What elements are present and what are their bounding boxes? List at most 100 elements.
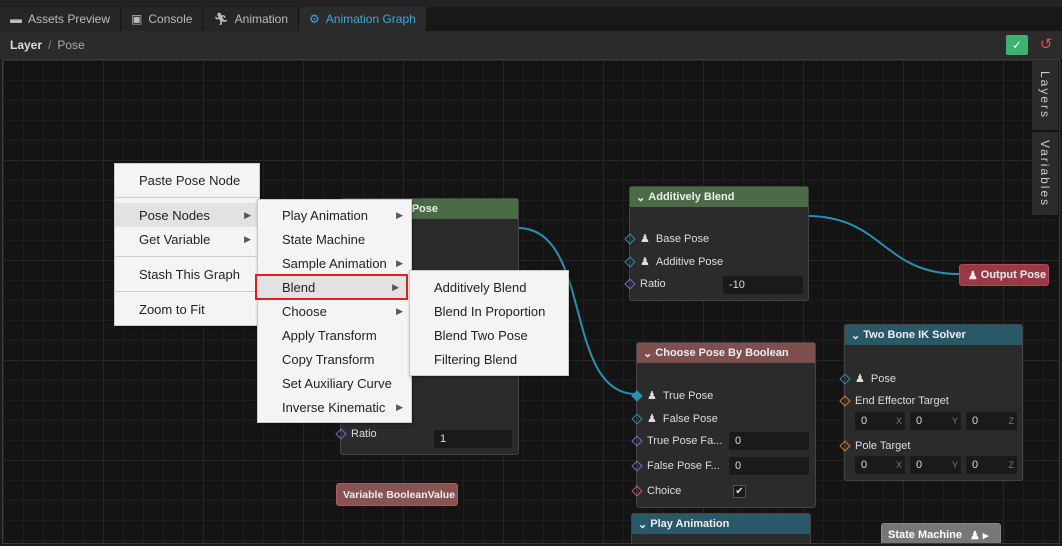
pose-icon: ♟ xyxy=(647,413,657,425)
ee-z-input[interactable]: 0Z xyxy=(966,412,1017,430)
pose-icon: ♟ xyxy=(855,373,865,385)
tab-animation-graph[interactable]: ⚙ Animation Graph xyxy=(299,7,427,31)
node-two-bone-ik-solver[interactable]: ⌄ Two Bone IK Solver ♟ Pose End Effector … xyxy=(839,324,1023,481)
menu-apply-transform[interactable]: Apply Transform xyxy=(258,323,411,347)
ratio-input[interactable]: 1 xyxy=(434,430,512,448)
pin[interactable] xyxy=(839,372,851,385)
chevron-right-icon: ▶ xyxy=(396,401,403,412)
revert-button[interactable]: ↺ xyxy=(1036,35,1056,55)
chevron-right-icon: ▶ xyxy=(244,233,251,244)
folder-icon: ▬ xyxy=(10,12,22,26)
choice-label: Choice xyxy=(647,485,682,497)
tab-assets-preview[interactable]: ▬ Assets Preview xyxy=(0,7,122,31)
menu-set-auxiliary-curve[interactable]: Set Auxiliary Curve xyxy=(258,371,411,395)
choice-checkbox[interactable]: ✔ xyxy=(733,485,746,498)
pin[interactable] xyxy=(631,460,643,472)
menu-choose[interactable]: Choose ▶ xyxy=(258,299,411,323)
node-title: State Machine xyxy=(888,529,962,541)
apply-button[interactable]: ✓ xyxy=(1006,35,1028,55)
undo-icon: ↺ xyxy=(1039,36,1053,53)
ee-x-input[interactable]: 0X xyxy=(855,412,905,430)
pose-label: Pose xyxy=(870,372,896,385)
breadcrumb-pose: Pose xyxy=(57,38,85,52)
tab-animation[interactable]: 🏃︎ Animation xyxy=(203,7,300,31)
breadcrumb-separator: / xyxy=(48,38,52,52)
context-menu: Paste Pose Node Pose Nodes ▶ Get Variable… xyxy=(114,163,260,326)
menu-stash-this-graph[interactable]: Stash This Graph xyxy=(115,262,259,286)
chevron-right-icon: ▶ xyxy=(396,305,403,316)
menu-sample-animation[interactable]: Sample Animation ▶ xyxy=(258,251,411,275)
menu-state-machine[interactable]: State Machine xyxy=(258,227,411,251)
menu-blend-two-pose[interactable]: Blend Two Pose xyxy=(410,323,568,347)
menu-filtering-blend[interactable]: Filtering Blend xyxy=(410,347,568,371)
node-choose-pose-by-boolean[interactable]: ⌄ Choose Pose By Boolean ♟ True Pose ♟ Fal… xyxy=(631,342,816,508)
false-fade-label: False Pose F... xyxy=(647,460,720,472)
base-pose-label: Base Pose xyxy=(655,232,710,245)
true-fade-input[interactable]: 0 xyxy=(729,432,809,450)
false-pose-label: False Pose xyxy=(662,412,718,425)
pin[interactable] xyxy=(624,255,636,268)
ee-y-input[interactable]: 0Y xyxy=(910,412,961,430)
node-state-machine[interactable]: State Machine ♟ ▸ xyxy=(881,523,1001,543)
chevron-right-icon: ▶ xyxy=(396,257,403,268)
menu-play-animation[interactable]: Play Animation ▶ xyxy=(258,203,411,227)
pin[interactable] xyxy=(335,428,347,440)
false-fade-input[interactable]: 0 xyxy=(729,457,809,475)
pose-icon: ♟ xyxy=(640,233,650,245)
pt-y-input[interactable]: 0Y xyxy=(910,456,961,474)
additive-pose-label: Additive Pose xyxy=(655,255,724,268)
chevron-down-icon: ⌄ xyxy=(636,191,649,204)
pin[interactable] xyxy=(839,395,851,407)
pose-icon: ♟ ▸ xyxy=(969,529,989,542)
pin[interactable] xyxy=(624,232,636,245)
node-title: Two Bone IK Solver xyxy=(863,329,966,341)
end-effector-label: End Effector Target xyxy=(855,395,949,407)
graph-icon: ⚙ xyxy=(309,12,320,26)
menu-paste-pose-node[interactable]: Paste Pose Node xyxy=(115,168,259,192)
side-tab-variables[interactable]: Variables xyxy=(1032,132,1058,215)
ratio-label: Ratio xyxy=(351,428,377,440)
pin[interactable] xyxy=(631,412,643,425)
running-icon: 🏃︎ xyxy=(213,12,229,26)
pt-z-input[interactable]: 0Z xyxy=(966,456,1017,474)
node-additively-blend[interactable]: ⌄ Additively Blend ♟ Base Pose ♟ Additive … xyxy=(624,186,809,301)
side-tab-layers[interactable]: Layers xyxy=(1032,60,1058,130)
pin[interactable] xyxy=(631,485,643,497)
chevron-down-icon: ⌄ xyxy=(643,347,656,360)
menu-zoom-to-fit[interactable]: Zoom to Fit xyxy=(115,297,259,321)
chevron-right-icon: ▶ xyxy=(396,209,403,220)
pin[interactable] xyxy=(839,440,851,452)
node-play-animation[interactable]: ⌄ Play Animation xyxy=(631,513,811,543)
chevron-right-icon: ▶ xyxy=(392,281,399,292)
pin[interactable] xyxy=(631,389,643,402)
divider xyxy=(115,291,259,292)
menu-get-variable[interactable]: Get Variable ▶ xyxy=(115,227,259,251)
tab-bar: ▬ Assets Preview ▣ Console 🏃︎ Animation ⚙ An… xyxy=(0,7,1062,31)
pin[interactable] xyxy=(624,278,636,290)
menu-inverse-kinematic[interactable]: Inverse Kinematic ▶ xyxy=(258,395,411,419)
menu-copy-transform[interactable]: Copy Transform xyxy=(258,347,411,371)
node-title: Output Pose xyxy=(980,269,1047,281)
true-fade-label: True Pose Fa... xyxy=(647,435,723,447)
pole-target-label: Pole Target xyxy=(855,440,911,452)
menu-pose-nodes[interactable]: Pose Nodes ▶ xyxy=(115,203,259,227)
chevron-down-icon: ⌄ xyxy=(851,329,864,342)
menu-blend[interactable]: Blend ▶ xyxy=(255,274,408,300)
divider xyxy=(115,256,259,257)
ratio-input[interactable]: -10 xyxy=(723,276,803,294)
divider xyxy=(115,197,259,198)
ratio-label: Ratio xyxy=(640,278,666,290)
wire-additive-to-output xyxy=(806,215,960,275)
pin[interactable] xyxy=(631,435,643,447)
node-output-pose[interactable]: ♟ Output Pose xyxy=(959,264,1049,286)
breadcrumb-layer[interactable]: Layer xyxy=(10,38,42,52)
menu-blend-in-proportion[interactable]: Blend In Proportion xyxy=(410,299,568,323)
true-pose-label: True Pose xyxy=(662,389,714,402)
chevron-down-icon: ⌄ xyxy=(638,518,651,531)
menu-additively-blend[interactable]: Additively Blend xyxy=(410,275,568,299)
pt-x-input[interactable]: 0X xyxy=(855,456,905,474)
node-title: Play Animation xyxy=(650,518,730,530)
tab-console[interactable]: ▣ Console xyxy=(121,7,204,31)
node-variable-boolean[interactable]: Variable BooleanValue xyxy=(336,483,458,506)
terminal-icon: ▣ xyxy=(131,12,143,26)
